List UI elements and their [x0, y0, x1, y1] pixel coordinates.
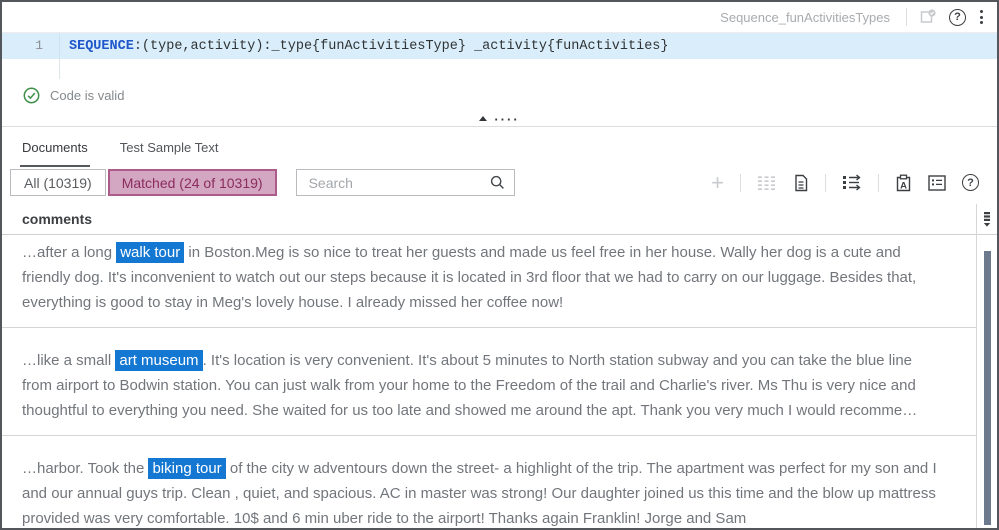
filter-matched-button[interactable]: Matched (24 of 10319): [107, 169, 277, 196]
row-text: …harbor. Took the: [22, 460, 149, 477]
vertical-scrollbar-thumb[interactable]: [984, 251, 991, 525]
overflow-menu-icon[interactable]: [978, 8, 985, 26]
code-line-empty[interactable]: [2, 59, 997, 79]
match-highlight: art museum: [115, 350, 203, 371]
help-icon-toolbar[interactable]: ?: [962, 174, 979, 191]
topbar: Sequence_funActivitiesTypes ?: [2, 2, 997, 33]
tab-test-sample-text[interactable]: Test Sample Text: [118, 140, 221, 167]
documents-toolbar: All (10319) Matched (24 of 10319) +: [2, 167, 997, 204]
add-icon[interactable]: +: [711, 171, 724, 193]
code-line[interactable]: 1 SEQUENCE:(type,activity):_type{funActi…: [2, 33, 997, 59]
help-icon[interactable]: ?: [949, 8, 966, 26]
svg-text:A: A: [900, 180, 907, 191]
tab-documents[interactable]: Documents: [20, 140, 90, 167]
tab-bar: Documents Test Sample Text: [2, 127, 997, 167]
table-row[interactable]: …harbor. Took the biking tour of the cit…: [2, 436, 976, 528]
filter-all-button[interactable]: All (10319): [10, 169, 106, 196]
rule-editor-window: Sequence_funActivitiesTypes ? 1 SEQUENCE…: [0, 0, 999, 530]
clipboard-text-icon[interactable]: A: [895, 174, 912, 192]
valid-check-icon: [23, 87, 40, 103]
match-highlight: biking tour: [148, 458, 226, 479]
row-text: …after a long: [22, 244, 117, 261]
scrollbar-column: [976, 204, 997, 528]
code-keyword: SEQUENCE: [69, 38, 134, 54]
topbar-divider: [906, 8, 907, 26]
code-text: SEQUENCE:(type,activity):_type{funActivi…: [60, 39, 669, 54]
search-icon[interactable]: [490, 175, 505, 190]
search-box: [295, 169, 515, 196]
document-rows: …after a long walk tour in Boston.Meg is…: [2, 235, 976, 528]
code-editor: 1 SEQUENCE:(type,activity):_type{funActi…: [2, 33, 997, 79]
drag-dots-icon: ····: [494, 112, 520, 127]
table-row[interactable]: …after a long walk tour in Boston.Meg is…: [2, 235, 976, 328]
line-number: 1: [2, 33, 60, 59]
column-header-comments[interactable]: comments: [2, 204, 976, 235]
save-icon[interactable]: [919, 8, 937, 26]
search-input[interactable]: [308, 174, 490, 191]
documents-grid: comments …after a long walk tour in Bost…: [2, 204, 997, 528]
table-row[interactable]: …like a small art museum. It's location …: [2, 328, 976, 436]
validation-message: Code is valid: [50, 87, 125, 103]
match-highlight: walk tour: [116, 242, 185, 263]
collapse-handle[interactable]: ····: [2, 111, 997, 127]
grid-view-icon[interactable]: [757, 175, 777, 191]
validation-bar: Code is valid: [2, 79, 997, 111]
document-view-icon[interactable]: [793, 174, 809, 192]
row-text: …like a small: [22, 352, 116, 369]
record-view-icon[interactable]: [928, 174, 946, 191]
chevron-up-icon: [479, 116, 488, 121]
column-filter-icon[interactable]: [982, 211, 992, 228]
list-arrows-icon[interactable]: [842, 174, 862, 191]
rule-title: Sequence_funActivitiesTypes: [720, 9, 890, 25]
grid-content: comments …after a long walk tour in Bost…: [2, 204, 976, 528]
code-body: :(type,activity):_type{funActivitiesType…: [133, 38, 669, 54]
toolbar-icons: + A ?: [711, 171, 983, 193]
